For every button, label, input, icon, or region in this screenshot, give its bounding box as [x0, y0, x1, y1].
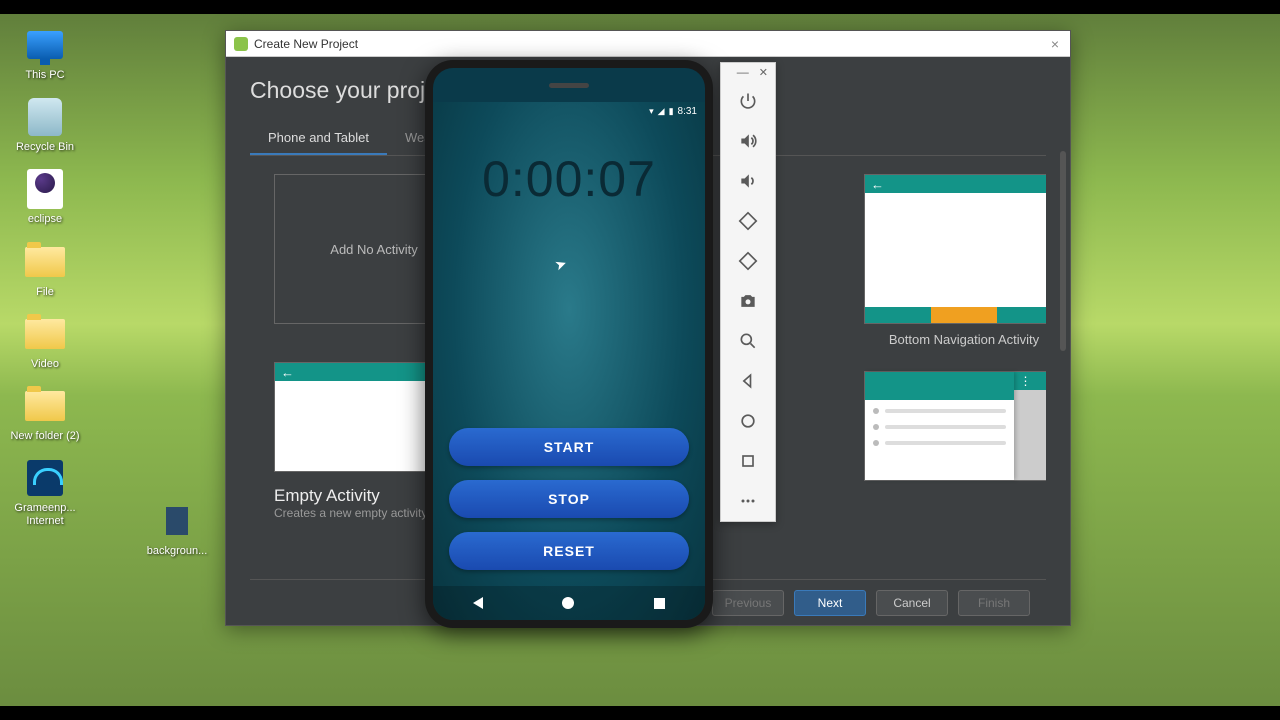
scrollbar[interactable]	[1060, 151, 1066, 351]
volume-up-button[interactable]	[721, 121, 775, 161]
more-icon: ⋮	[1045, 177, 1046, 191]
desktop-icon-background[interactable]: backgroun...	[142, 500, 212, 558]
phone-speaker	[549, 83, 589, 88]
zoom-button[interactable]	[721, 321, 775, 361]
telenor-icon	[27, 460, 63, 496]
desktop-icon-file[interactable]: File	[10, 241, 80, 299]
desktop-icon-grameenphone[interactable]: Grameenp... Internet	[10, 457, 80, 528]
file-icon	[166, 507, 188, 535]
tab-phone-tablet[interactable]: Phone and Tablet	[250, 122, 387, 155]
dialog-titlebar[interactable]: Create New Project ×	[226, 31, 1070, 57]
folder-icon	[25, 319, 65, 349]
mouse-cursor-icon: ➤	[552, 255, 569, 275]
emulator-phone: ▾ ◢ ▮ 8:31 0:00:07 ➤ START STOP RESET	[425, 60, 713, 628]
nav-back-button[interactable]	[473, 597, 483, 609]
recycle-bin-icon	[28, 98, 62, 136]
desktop-icon-label: New folder (2)	[10, 430, 80, 443]
template-label: Bottom Navigation Activity	[864, 332, 1046, 347]
volume-up-icon	[738, 131, 758, 151]
reset-button[interactable]: RESET	[449, 532, 689, 570]
nav-recents-button[interactable]	[654, 598, 665, 609]
back-arrow-icon: ←	[871, 177, 884, 192]
desktop: This PC Recycle Bin eclipse File Video N…	[0, 0, 1280, 720]
letterbox-top	[0, 0, 1280, 14]
phone-bezel-top	[433, 68, 705, 102]
rotate-left-icon	[738, 211, 758, 231]
toolbar-close-button[interactable]: ✕	[756, 66, 771, 79]
start-button[interactable]: START	[449, 428, 689, 466]
volume-down-icon	[738, 171, 758, 191]
signal-icon: ◢	[658, 106, 665, 117]
android-navbar	[433, 586, 705, 620]
eclipse-icon	[27, 169, 63, 209]
desktop-icon-label: Grameenp... Internet	[10, 502, 80, 528]
template-navigation-drawer[interactable]: ⋮	[864, 371, 1046, 481]
wifi-icon: ▾	[649, 106, 654, 117]
timer-display: 0:00:07	[433, 120, 705, 218]
screenshot-button[interactable]	[721, 281, 775, 321]
next-button[interactable]: Next	[794, 590, 866, 616]
dialog-close-button[interactable]: ×	[1048, 37, 1062, 51]
pc-icon	[27, 31, 63, 59]
desktop-icon-label: This PC	[10, 69, 80, 82]
desktop-icon-recycle-bin[interactable]: Recycle Bin	[10, 96, 80, 154]
back-arrow-icon: ←	[281, 365, 294, 380]
desktop-icon-this-pc[interactable]: This PC	[10, 24, 80, 82]
square-overview-icon	[738, 451, 758, 471]
battery-icon: ▮	[669, 106, 674, 117]
desktop-icon-eclipse[interactable]: eclipse	[10, 168, 80, 226]
more-icon: ⋮	[1020, 374, 1032, 388]
folder-icon	[25, 391, 65, 421]
more-horizontal-icon	[738, 491, 758, 511]
previous-button[interactable]: Previous	[712, 590, 784, 616]
desktop-icon-label: eclipse	[10, 213, 80, 226]
desktop-icon-label: Video	[10, 358, 80, 371]
letterbox-bottom	[0, 706, 1280, 720]
folder-icon	[25, 247, 65, 277]
circle-home-icon	[738, 411, 758, 431]
volume-down-button[interactable]	[721, 161, 775, 201]
overview-button[interactable]	[721, 441, 775, 481]
zoom-icon	[738, 331, 758, 351]
cancel-button[interactable]: Cancel	[876, 590, 948, 616]
toolbar-minimize-button[interactable]: —	[734, 65, 752, 79]
emulator-toolbar: — ✕	[720, 62, 776, 522]
desktop-icon-label: backgroun...	[142, 545, 212, 558]
stop-button[interactable]: STOP	[449, 480, 689, 518]
android-studio-icon	[234, 37, 248, 51]
rotate-right-button[interactable]	[721, 241, 775, 281]
finish-button[interactable]: Finish	[958, 590, 1030, 616]
dialog-title: Create New Project	[254, 37, 358, 51]
desktop-icon-label: File	[10, 286, 80, 299]
desktop-icons: This PC Recycle Bin eclipse File Video N…	[10, 24, 90, 543]
template-label: Add No Activity	[330, 242, 417, 257]
power-button[interactable]	[721, 81, 775, 121]
phone-screen[interactable]: ▾ ◢ ▮ 8:31 0:00:07 ➤ START STOP RESET	[433, 102, 705, 620]
status-time: 8:31	[678, 106, 697, 117]
desktop-icon-label: Recycle Bin	[10, 141, 80, 154]
template-bottom-navigation[interactable]: ← ⋮	[864, 174, 1046, 324]
desktop-icon-video[interactable]: Video	[10, 313, 80, 371]
triangle-back-icon	[738, 371, 758, 391]
rotate-right-icon	[738, 251, 758, 271]
back-button[interactable]	[721, 361, 775, 401]
power-icon	[738, 91, 758, 111]
nav-home-button[interactable]	[562, 597, 574, 609]
rotate-left-button[interactable]	[721, 201, 775, 241]
desktop-icon-new-folder[interactable]: New folder (2)	[10, 385, 80, 443]
status-bar: ▾ ◢ ▮ 8:31	[433, 102, 705, 120]
more-button[interactable]	[721, 481, 775, 521]
camera-icon	[738, 291, 758, 311]
home-button[interactable]	[721, 401, 775, 441]
